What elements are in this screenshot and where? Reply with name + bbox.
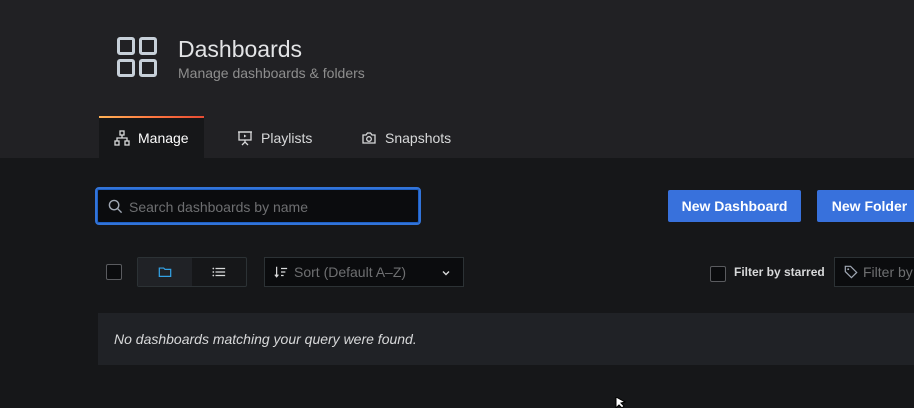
- sort-placeholder: Sort (Default A–Z): [294, 264, 407, 280]
- tag-icon: [844, 265, 858, 279]
- filter-starred-label: Filter by starred: [734, 265, 825, 279]
- mouse-cursor-icon: [615, 397, 627, 408]
- tab-playlists[interactable]: Playlists: [237, 118, 312, 158]
- list-icon: [212, 267, 226, 277]
- list-view-button[interactable]: [192, 258, 246, 286]
- chevron-down-icon: [442, 271, 450, 276]
- tag-filter-select[interactable]: Filter by: [834, 257, 914, 287]
- sort-amount-down-icon: [274, 266, 288, 278]
- sitemap-icon: [114, 130, 130, 146]
- tab-manage[interactable]: Manage: [99, 116, 204, 158]
- page-title: Dashboards: [178, 36, 303, 62]
- dashboards-grid-icon: [117, 37, 159, 79]
- tab-label: Playlists: [261, 130, 313, 146]
- new-dashboard-button[interactable]: New Dashboard: [668, 190, 801, 222]
- tab-label: Manage: [138, 130, 189, 146]
- camera-icon: [362, 132, 376, 144]
- folder-view-button[interactable]: [138, 258, 192, 286]
- folder-icon: [158, 267, 172, 277]
- search-input[interactable]: [127, 196, 411, 218]
- page-subtitle: Manage dashboards & folders: [178, 65, 365, 81]
- presentation-icon: [238, 131, 252, 146]
- tag-filter-placeholder: Filter by: [863, 264, 913, 280]
- search-icon: [108, 199, 123, 214]
- empty-state: No dashboards matching your query were f…: [98, 313, 914, 365]
- page-header: Dashboards Manage dashboards & folders M…: [0, 0, 914, 158]
- tab-snapshots[interactable]: Snapshots: [361, 118, 451, 158]
- filter-starred-checkbox[interactable]: [710, 266, 726, 282]
- empty-state-message: No dashboards matching your query were f…: [114, 331, 417, 347]
- sort-select[interactable]: Sort (Default A–Z): [264, 257, 464, 287]
- tab-label: Snapshots: [385, 130, 452, 146]
- view-mode-toggle: [137, 257, 247, 287]
- search-box[interactable]: [95, 187, 421, 225]
- select-all-checkbox[interactable]: [106, 264, 122, 280]
- new-folder-button[interactable]: New Folder: [817, 190, 914, 222]
